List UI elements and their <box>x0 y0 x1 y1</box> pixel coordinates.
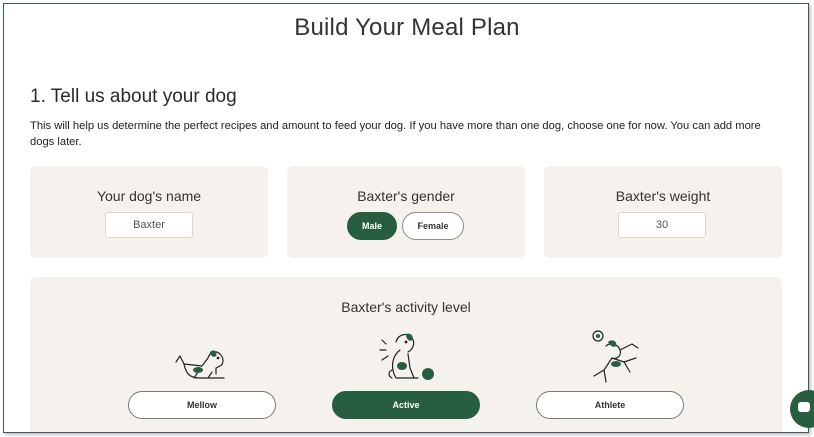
dog-name-input[interactable]: Baxter <box>105 212 193 238</box>
dog-name-card: Your dog's name Baxter <box>30 166 268 258</box>
activity-mellow-button[interactable]: Mellow <box>128 391 276 419</box>
section-title: 1. Tell us about your dog <box>30 86 237 107</box>
activity-athlete-button[interactable]: Athlete <box>536 391 684 419</box>
section-intro: This will help us determine the perfect … <box>30 120 761 148</box>
page-frame: Build Your Meal Plan 1. Tell us about yo… <box>3 3 809 433</box>
lying-dog-icon <box>175 350 225 379</box>
chat-bubble-icon <box>798 402 810 412</box>
page-title: Build Your Meal Plan <box>294 14 520 41</box>
dog-weight-label: Baxter's weight <box>615 188 711 204</box>
dog-gender-label: Baxter's gender <box>357 188 455 204</box>
gender-female-button[interactable]: Female <box>402 212 464 240</box>
dog-weight-input[interactable]: 30 <box>618 212 706 238</box>
dog-weight-card: Baxter's weight 30 <box>544 166 782 258</box>
activity-level-label: Baxter's activity level <box>341 299 471 315</box>
dog-gender-card: Baxter's gender Male Female <box>287 166 525 258</box>
gender-male-button[interactable]: Male <box>347 212 397 240</box>
sitting-dog-with-ball-icon <box>379 333 434 380</box>
jumping-dog-icon <box>592 330 639 383</box>
activity-active-button[interactable]: Active <box>332 391 480 419</box>
dog-name-label: Your dog's name <box>96 188 202 204</box>
